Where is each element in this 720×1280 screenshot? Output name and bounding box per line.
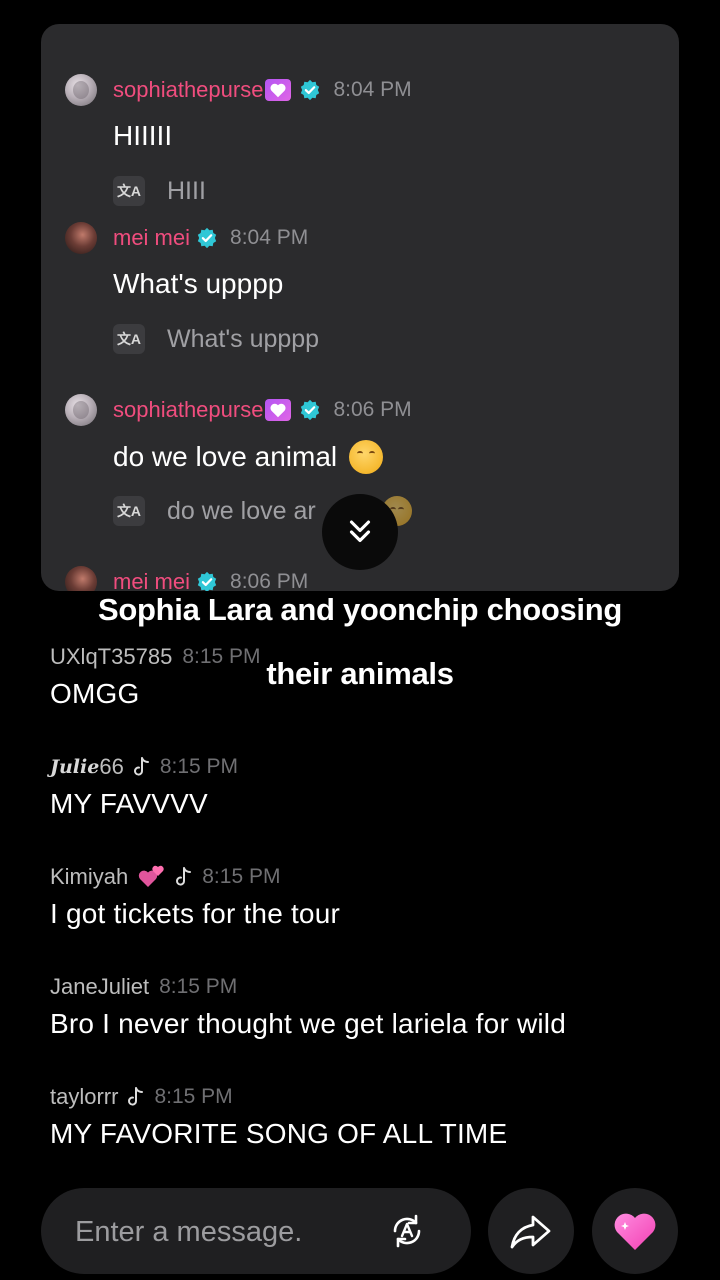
message-text: do we love animal — [113, 440, 384, 474]
hand-over-mouth-emoji-icon — [349, 440, 384, 474]
chat-message: taylorrr 8:15 PM MY FAVORITE SONG OF ALL… — [50, 1082, 507, 1150]
translate-icon: 文A — [113, 496, 145, 526]
chat-message: Julie 66 8:15 PM MY FAVVVV — [50, 752, 238, 820]
chat-username[interactable]: taylorrr — [50, 1084, 118, 1110]
avatar[interactable] — [65, 222, 97, 254]
message-time: 8:04 PM — [333, 78, 412, 101]
message-text: HIIIII — [113, 120, 173, 151]
chat-time: 8:15 PM — [159, 755, 239, 778]
music-note-icon — [128, 1087, 144, 1106]
chat-username-script[interactable]: Julie — [50, 756, 99, 778]
heart-badge-icon — [265, 79, 292, 101]
chat-text: MY FAVORITE SONG OF ALL TIME — [50, 1118, 508, 1149]
verified-badge-icon — [301, 399, 320, 421]
chat-username[interactable]: 66 — [99, 754, 123, 780]
message-header: mei mei 8:06 PM — [65, 564, 308, 591]
message-time: 8:06 PM — [230, 570, 309, 591]
message-time: 8:06 PM — [333, 398, 412, 421]
chat-meta: JaneJuliet 8:15 PM — [50, 972, 566, 1002]
heart-icon — [614, 1213, 656, 1250]
scroll-to-bottom-button[interactable] — [322, 494, 398, 570]
username[interactable]: sophiathepurse — [113, 77, 263, 103]
chat-text: MY FAVVVV — [50, 788, 208, 819]
chat-meta: Julie 66 8:15 PM — [50, 752, 238, 782]
share-button[interactable] — [488, 1188, 574, 1274]
chevron-double-down-icon — [349, 520, 371, 543]
message-text-content: do we love animal — [113, 441, 338, 472]
verified-badge-icon — [301, 79, 320, 101]
username[interactable]: sophiathepurse — [113, 397, 263, 423]
chat-time: 8:15 PM — [202, 865, 281, 888]
translate-icon: 文A — [113, 324, 145, 354]
username[interactable]: mei mei — [113, 225, 190, 251]
verified-badge-icon — [197, 571, 217, 591]
music-note-icon — [133, 757, 149, 776]
message-header: mei mei 8:04 PM — [65, 220, 308, 256]
heart-badge-icon — [265, 399, 292, 421]
video-caption-line-1: Sophia Lara and yoonchip choosing — [97, 592, 623, 627]
message-text: What's upppp — [113, 268, 284, 299]
chat-time: 8:15 PM — [154, 1085, 233, 1108]
message-input-bar — [41, 1188, 471, 1274]
two-hearts-icon — [139, 865, 164, 887]
translated-text: What's upppp — [167, 324, 320, 353]
avatar[interactable] — [65, 74, 97, 106]
message-input[interactable] — [73, 1208, 377, 1256]
video-caption-line-2: their animals — [266, 656, 454, 691]
translation-row: 文A HIII — [113, 176, 206, 206]
username[interactable]: mei mei — [113, 569, 190, 591]
share-icon — [510, 1215, 551, 1249]
chat-text: Bro I never thought we get lariela for w… — [50, 1008, 566, 1039]
chat-username[interactable]: Kimiyah — [50, 864, 128, 890]
translate-icon: 文A — [113, 176, 145, 206]
chat-time: 8:15 PM — [159, 975, 238, 998]
translated-text: HIII — [167, 176, 206, 205]
chat-meta: taylorrr 8:15 PM — [50, 1082, 507, 1112]
translated-text: do we love ar — [167, 496, 316, 525]
chat-username[interactable]: JaneJuliet — [50, 974, 149, 1000]
translation-row: 文A What's upppp — [113, 324, 319, 354]
message-header: sophiathepurse 8:06 PM — [65, 392, 412, 428]
chat-text: I got tickets for the tour — [50, 898, 340, 929]
verified-badge-icon — [197, 227, 217, 249]
music-note-icon — [176, 867, 192, 886]
message-time: 8:04 PM — [230, 226, 309, 249]
avatar[interactable] — [65, 394, 97, 426]
message-header: sophiathepurse 8:04 PM — [65, 72, 412, 108]
like-button[interactable] — [592, 1188, 678, 1274]
avatar[interactable] — [65, 566, 97, 591]
chat-message: JaneJuliet 8:15 PM Bro I never thought w… — [50, 972, 566, 1040]
chat-meta: Kimiyah 8:15 PM — [50, 862, 340, 892]
chat-message: Kimiyah 8:15 PM I got tickets for the to… — [50, 862, 340, 930]
auto-translate-icon[interactable] — [387, 1211, 427, 1251]
